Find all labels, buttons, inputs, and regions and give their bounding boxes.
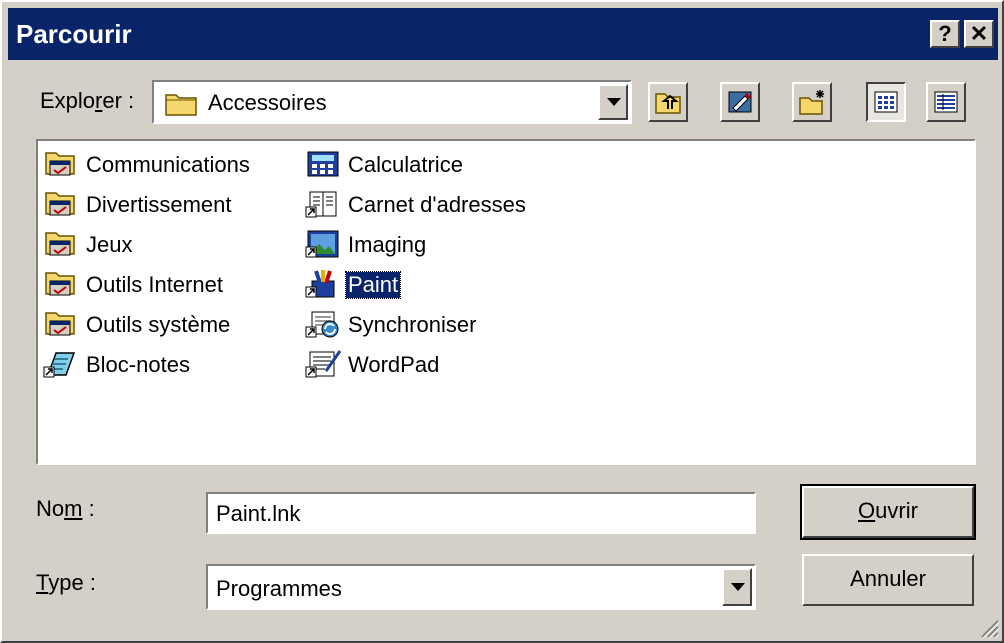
filename-input[interactable]: Paint.lnk [206, 492, 756, 534]
list-item-calculatrice[interactable]: Calculatrice [304, 147, 584, 181]
browse-dialog: Parcourir ? ✕ Explorer : Accessoires Com… [0, 0, 1004, 643]
look-in-dropdown-button[interactable] [598, 84, 628, 120]
paint-icon [305, 270, 335, 298]
list-item-outils-internet[interactable]: Outils Internet [42, 267, 282, 301]
imaging-icon [305, 230, 339, 258]
look-in-value: Accessoires [208, 90, 327, 115]
filename-value: Paint.lnk [216, 501, 301, 526]
list-item-bloc-notes[interactable]: Bloc-notes [42, 347, 282, 381]
notepad-icon [43, 352, 76, 378]
desktop-button[interactable] [720, 82, 760, 122]
size-grip-icon[interactable] [978, 617, 1000, 639]
program-group-icon [45, 192, 75, 216]
chevron-down-icon [731, 583, 745, 591]
list-item-imaging[interactable]: Imaging [304, 227, 584, 261]
list-item-paint[interactable]: Paint [304, 267, 584, 301]
program-group-icon [45, 312, 75, 336]
close-button[interactable]: ✕ [964, 20, 994, 48]
title-bar[interactable]: Parcourir ? ✕ [8, 8, 998, 60]
new-folder-button[interactable] [792, 82, 832, 122]
list-item-wordpad[interactable]: WordPad [304, 347, 584, 381]
program-group-icon [45, 272, 75, 296]
list-item-communications[interactable]: Communications [42, 147, 282, 181]
chevron-down-icon [607, 98, 621, 106]
filename-label: Nom : [36, 496, 95, 521]
window-title: Parcourir [16, 19, 132, 49]
filetype-label: Type : [36, 570, 96, 595]
calculator-icon [307, 151, 339, 177]
program-group-icon [45, 232, 75, 256]
help-button[interactable]: ? [930, 20, 960, 48]
list-view-button[interactable] [866, 82, 906, 122]
details-view-icon [934, 91, 958, 113]
look-in-label: Explorer : [40, 88, 135, 113]
address-book-icon [305, 191, 337, 218]
up-folder-icon [655, 93, 681, 114]
cancel-button[interactable]: Annuler [802, 554, 974, 606]
look-in-combo[interactable]: Accessoires [152, 80, 632, 124]
sync-icon [305, 311, 339, 338]
file-list[interactable]: Communications Divertissement Jeux Outil… [36, 139, 976, 465]
program-group-icon [45, 152, 75, 176]
filetype-dropdown-button[interactable] [722, 568, 752, 606]
wordpad-icon [305, 350, 342, 378]
filetype-combo[interactable]: Programmes [206, 564, 756, 610]
new-folder-icon [799, 90, 824, 115]
desktop-icon [728, 91, 752, 113]
list-item-carnet-adresses[interactable]: Carnet d'adresses [304, 187, 584, 221]
list-item-divertissement[interactable]: Divertissement [42, 187, 282, 221]
filetype-value: Programmes [216, 576, 342, 601]
list-item-synchroniser[interactable]: Synchroniser [304, 307, 584, 341]
open-button[interactable]: Ouvrir [800, 484, 976, 540]
up-one-level-button[interactable] [648, 82, 688, 122]
details-view-button[interactable] [926, 82, 966, 122]
list-item-jeux[interactable]: Jeux [42, 227, 282, 261]
folder-icon [165, 94, 197, 116]
list-item-outils-systeme[interactable]: Outils système [42, 307, 282, 341]
list-view-icon [874, 91, 898, 113]
